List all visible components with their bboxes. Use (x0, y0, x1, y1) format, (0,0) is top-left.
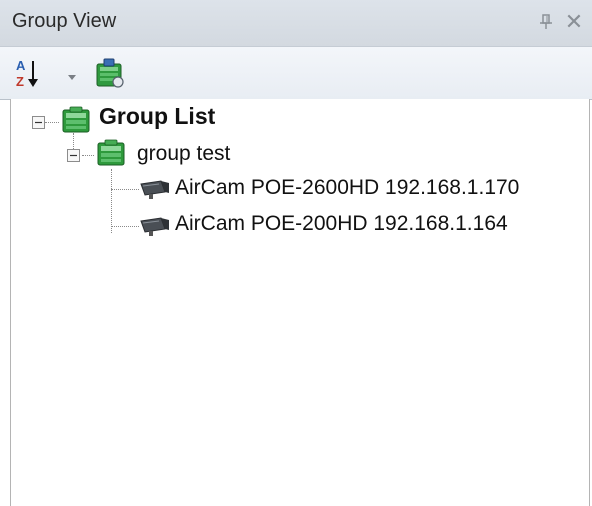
svg-text:Z: Z (16, 74, 24, 89)
panel-toolbar: A Z (0, 47, 592, 100)
panel-title: Group View (12, 10, 117, 32)
tree-node-camera[interactable]: AirCam POE-200HD 192.168.1.164 (11, 207, 581, 241)
close-icon[interactable]: ✕ (562, 8, 586, 36)
tree-node-group-list[interactable]: Group List (11, 99, 251, 135)
camera-icon (139, 215, 171, 237)
tree-node-label: AirCam POE-2600HD 192.168.1.170 (175, 176, 520, 199)
group-view-panel: Group View ✕ A Z Group List group test A… (0, 0, 592, 506)
collapse-icon[interactable] (32, 116, 45, 129)
group-tree[interactable]: Group List group test AirCam POE-2600HD … (10, 99, 590, 506)
pin-icon[interactable] (534, 8, 558, 36)
sort-az-icon[interactable]: A Z (14, 57, 58, 89)
panel-title-bar[interactable]: Group View ✕ (0, 0, 592, 47)
camera-icon (139, 178, 171, 200)
tree-node-group-test[interactable]: group test (11, 135, 271, 169)
collapse-icon[interactable] (67, 149, 80, 162)
group-folder-icon (96, 139, 126, 167)
group-settings-icon[interactable] (92, 56, 126, 90)
tree-node-camera[interactable]: AirCam POE-2600HD 192.168.1.170 (11, 171, 581, 205)
tree-node-label: group test (137, 142, 231, 165)
group-folder-icon (61, 106, 91, 134)
tree-node-label: AirCam POE-200HD 192.168.1.164 (175, 212, 508, 235)
tree-node-label: Group List (99, 103, 216, 129)
dropdown-arrow-icon[interactable] (66, 69, 78, 80)
svg-text:A: A (16, 58, 26, 73)
